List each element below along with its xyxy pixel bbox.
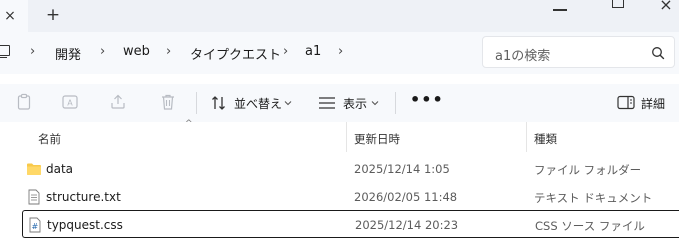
file-modified: 2025/12/14 20:23 [355, 218, 459, 232]
window-close-icon[interactable]: × [655, 0, 677, 16]
folder-icon [27, 163, 41, 175]
more-options-button[interactable]: ••• [410, 90, 444, 109]
breadcrumb-item-dev[interactable]: 開発 [55, 44, 81, 63]
breadcrumb[interactable]: › 開発 › web › タイプクエスト › a1 › [0, 32, 470, 74]
tab-close-icon[interactable]: × [0, 6, 20, 26]
share-icon[interactable] [108, 92, 128, 112]
search-placeholder: a1の検索 [495, 49, 551, 64]
svg-text:#: # [31, 222, 38, 231]
breadcrumb-item-a1[interactable]: a1 [305, 44, 321, 59]
sort-label: 並べ替え [234, 97, 283, 111]
breadcrumb-separator-icon[interactable]: › [30, 44, 35, 59]
maximize-icon[interactable] [612, 0, 624, 8]
list-item[interactable]: structure.txt 2026/02/05 11:48 テキスト ドキュメ… [22, 183, 679, 211]
column-type[interactable]: 種類 [534, 131, 557, 147]
column-modified[interactable]: 更新日時 [354, 131, 400, 147]
column-divider[interactable] [526, 122, 527, 152]
column-divider[interactable] [346, 122, 347, 152]
breadcrumb-item-typequest[interactable]: タイプクエスト [190, 44, 281, 63]
command-bar: A 並べ替え 表示 ••• 詳細 [0, 84, 679, 122]
search-input[interactable]: a1の検索 [482, 36, 675, 68]
this-pc-icon[interactable] [0, 45, 10, 59]
title-bar: × + × [0, 0, 679, 32]
breadcrumb-separator-icon[interactable]: › [338, 44, 343, 59]
sort-icon [212, 96, 225, 110]
delete-icon[interactable] [158, 92, 178, 112]
file-name: structure.txt [46, 190, 121, 204]
toolbar-divider [196, 92, 197, 114]
details-pane-icon [617, 95, 635, 110]
file-name: typquest.css [47, 218, 123, 232]
minimize-icon[interactable] [553, 9, 567, 11]
paste-icon[interactable] [14, 92, 34, 112]
sort-ascending-icon: ^ [185, 119, 193, 129]
list-item-selected[interactable]: # typquest.css 2025/12/14 20:23 CSS ソース … [22, 210, 679, 238]
column-header: ^ 名前 更新日時 種類 [0, 119, 679, 152]
svg-text:A: A [67, 99, 73, 108]
rename-icon[interactable]: A [60, 92, 80, 112]
view-label: 表示 [343, 97, 368, 111]
file-type: CSS ソース ファイル [535, 219, 645, 233]
breadcrumb-separator-icon[interactable]: › [283, 44, 288, 59]
column-name[interactable]: 名前 [38, 131, 61, 147]
details-label: 詳細 [641, 97, 666, 111]
file-name: data [46, 162, 74, 176]
text-file-icon [28, 189, 40, 205]
chevron-down-icon [371, 101, 379, 106]
css-file-icon: # [29, 217, 41, 233]
new-tab-button[interactable]: + [42, 4, 64, 26]
breadcrumb-separator-icon[interactable]: › [166, 44, 171, 59]
active-tab[interactable]: × [0, 0, 28, 32]
file-modified: 2026/02/05 11:48 [354, 190, 458, 204]
list-item[interactable]: data 2025/12/14 1:05 ファイル フォルダー [22, 155, 679, 183]
file-modified: 2025/12/14 1:05 [354, 162, 450, 176]
breadcrumb-item-web[interactable]: web [123, 44, 150, 59]
toolbar-divider [395, 92, 396, 114]
view-lines-icon [319, 97, 335, 109]
search-icon[interactable] [650, 45, 666, 61]
file-type: テキスト ドキュメント [534, 191, 653, 205]
chevron-down-icon [284, 101, 292, 106]
breadcrumb-separator-icon[interactable]: › [100, 44, 105, 59]
file-type: ファイル フォルダー [534, 163, 642, 177]
address-bar-row: › 開発 › web › タイプクエスト › a1 › a1の検索 [0, 32, 679, 74]
